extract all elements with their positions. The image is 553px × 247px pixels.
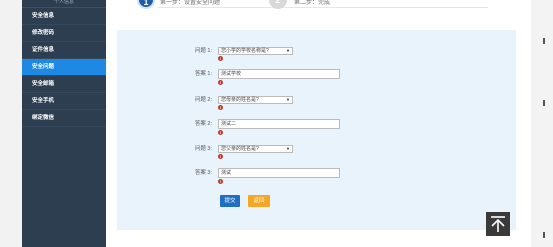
- scroll-marker: [543, 38, 545, 44]
- error-icon: !: [218, 154, 223, 159]
- sidebar-top-label: 个人信息: [22, 0, 106, 8]
- answer2-input[interactable]: 测试二: [218, 119, 340, 129]
- question2-row: 问题 2: 您母亲的姓名是? ▼ !: [117, 96, 516, 110]
- answer1-label: 答案 1:: [194, 71, 212, 77]
- sidebar-item-change-password[interactable]: 修改密码: [22, 25, 106, 42]
- question3-selected-value: 您父亲的姓名是?: [221, 146, 259, 152]
- error-icon: !: [218, 80, 223, 85]
- error-icon: !: [218, 130, 223, 135]
- answer2-row: 答案 2: 测试二 !: [117, 119, 516, 135]
- sidebar-item-bind-wechat[interactable]: 绑定微信: [22, 110, 106, 127]
- sidebar-item-security-info[interactable]: 安全信息: [22, 8, 106, 25]
- sidebar-item-id-info[interactable]: 证件信息: [22, 42, 106, 59]
- sidebar-item-security-phone[interactable]: 安全手机: [22, 93, 106, 110]
- question1-label: 问题 1:: [194, 48, 212, 54]
- back-to-top-button[interactable]: [486, 212, 510, 236]
- error-icon: !: [218, 179, 223, 184]
- error-icon: !: [218, 105, 223, 110]
- right-gutter: [531, 0, 553, 247]
- sidebar: 个人信息 安全信息 修改密码 证件信息 安全问题 安全邮箱 安全手机 绑定微信: [22, 0, 106, 247]
- arrow-up-to-line-icon: [491, 216, 505, 232]
- question2-selected-value: 您母亲的姓名是?: [221, 97, 259, 103]
- question3-label: 问题 3:: [194, 146, 212, 152]
- main-content: 1 第一步：设置安全问题 2 第二步：完成 问题 1: 您小学的学校名称是? ▼…: [106, 0, 531, 247]
- answer1-input[interactable]: 测试学校: [218, 69, 340, 79]
- answer3-label: 答案 3:: [194, 170, 212, 176]
- question1-select[interactable]: 您小学的学校名称是? ▼: [218, 47, 293, 55]
- chevron-down-icon: ▼: [286, 97, 290, 102]
- answer3-row: 答案 3: 测试 !: [117, 168, 516, 184]
- question1-row: 问题 1: 您小学的学校名称是? ▼ !: [117, 47, 516, 61]
- step-line: [158, 7, 488, 8]
- security-question-form: 问题 1: 您小学的学校名称是? ▼ ! 答案 1: 测试学校 ! 问题 2: …: [117, 30, 516, 230]
- step-indicator: 1 第一步：设置安全问题 2 第二步：完成: [106, 0, 531, 30]
- left-gutter: [0, 0, 22, 247]
- scroll-marker: [543, 100, 545, 106]
- step2-label: 第二步：完成: [294, 0, 331, 6]
- scroll-marker: [543, 232, 545, 238]
- back-button[interactable]: 返回: [248, 195, 270, 207]
- question1-selected-value: 您小学的学校名称是?: [221, 48, 269, 54]
- sidebar-item-security-question[interactable]: 安全问题: [22, 59, 106, 76]
- submit-button[interactable]: 提交: [220, 195, 240, 207]
- answer1-row: 答案 1: 测试学校 !: [117, 69, 516, 85]
- answer2-label: 答案 2:: [194, 121, 212, 127]
- step1-circle: 1: [137, 0, 155, 9]
- chevron-down-icon: ▼: [286, 48, 290, 53]
- error-icon: !: [218, 56, 223, 61]
- question3-select[interactable]: 您父亲的姓名是? ▼: [218, 145, 293, 153]
- chevron-down-icon: ▼: [286, 146, 290, 151]
- question3-row: 问题 3: 您父亲的姓名是? ▼ !: [117, 145, 516, 159]
- step1-label: 第一步：设置安全问题: [160, 0, 221, 6]
- question2-label: 问题 2:: [194, 97, 212, 103]
- question2-select[interactable]: 您母亲的姓名是? ▼: [218, 96, 293, 104]
- answer3-input[interactable]: 测试: [218, 168, 340, 178]
- sidebar-item-security-email[interactable]: 安全邮箱: [22, 76, 106, 93]
